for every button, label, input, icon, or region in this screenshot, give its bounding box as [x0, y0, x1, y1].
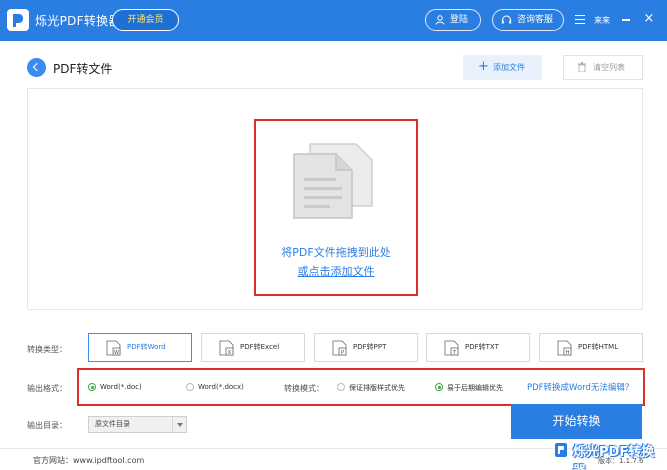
mode-edit-label[interactable]: 易于后期编辑优先 — [447, 383, 503, 393]
output-dir-label: 输出目录： — [27, 421, 67, 430]
mode-layout-label[interactable]: 保证排版样式优先 — [349, 383, 405, 393]
watermark-logo-icon — [555, 443, 567, 457]
documents-icon — [293, 143, 373, 219]
drop-hint-text: 将PDF文件拖拽到此处 — [281, 246, 391, 259]
add-file-label: 添加文件 — [493, 63, 525, 72]
minimize-icon[interactable] — [622, 19, 630, 21]
type-label: PDF转HTML — [578, 343, 619, 351]
type-pdf-to-excel[interactable]: X PDF转Excel — [201, 333, 305, 362]
plus-icon: + — [478, 59, 489, 74]
login-label: 登陆 — [450, 15, 469, 25]
type-pdf-to-html[interactable]: H PDF转HTML — [539, 333, 643, 362]
app-title: 烁光PDF转换器 — [35, 14, 121, 28]
vip-button[interactable]: 开通会员 — [112, 9, 179, 31]
svg-text:X: X — [228, 350, 232, 356]
output-format-label: 输出格式： — [27, 384, 67, 393]
type-pdf-to-ppt[interactable]: P PDF转PPT — [314, 333, 418, 362]
format-doc-radio[interactable] — [88, 383, 96, 391]
menu-icon[interactable] — [575, 15, 585, 24]
svg-text:P: P — [341, 350, 344, 356]
word-not-editable-help-link[interactable]: PDF转换成Word无法编辑？ — [527, 381, 633, 393]
output-dir-select[interactable]: 原文件目录 — [88, 416, 187, 433]
app-logo-icon — [7, 9, 29, 31]
watermark-text: 烁光PDF转换器 — [573, 445, 655, 470]
user-icon — [435, 15, 445, 25]
user-name[interactable]: 来来 — [594, 15, 610, 26]
headset-icon — [501, 15, 512, 24]
svg-text:H: H — [566, 350, 570, 356]
ppt-file-icon: P — [332, 340, 347, 356]
conversion-mode-label: 转换模式： — [284, 384, 324, 393]
html-file-icon: H — [557, 340, 572, 356]
type-label: PDF转TXT — [465, 343, 499, 351]
format-docx-radio[interactable] — [186, 383, 194, 391]
add-file-link[interactable]: 或点击添加文件 — [254, 263, 418, 279]
clear-list-button[interactable]: 清空列表 — [563, 55, 643, 80]
word-file-icon: W — [106, 340, 121, 356]
close-icon[interactable]: × — [643, 12, 655, 26]
type-label: PDF转PPT — [353, 343, 387, 351]
login-button[interactable]: 登陆 — [425, 9, 481, 31]
customer-service-button[interactable]: 咨询客服 — [492, 9, 564, 31]
title-bar: 烁光PDF转换器 开通会员 登陆 咨询客服 来来 × — [0, 0, 667, 41]
conversion-type-label: 转换类型： — [27, 345, 67, 354]
output-dir-value: 原文件目录 — [95, 420, 130, 428]
chevron-down-icon[interactable] — [172, 417, 186, 432]
format-docx-label[interactable]: Word(*.docx) — [198, 383, 244, 391]
type-label: PDF转Word — [127, 343, 166, 351]
start-conversion-button[interactable]: 开始转换 — [511, 404, 642, 439]
type-pdf-to-word[interactable]: W PDF转Word — [88, 333, 192, 362]
format-doc-label[interactable]: Word(*.doc) — [100, 383, 142, 391]
excel-file-icon: X — [219, 340, 234, 356]
add-file-button[interactable]: + 添加文件 — [463, 55, 542, 80]
trash-icon — [578, 62, 586, 72]
back-arrow-icon[interactable] — [27, 58, 46, 77]
clear-list-label: 清空列表 — [593, 63, 625, 72]
page-title: PDF转文件 — [53, 62, 113, 76]
type-pdf-to-txt[interactable]: T PDF转TXT — [426, 333, 530, 362]
mode-layout-radio[interactable] — [337, 383, 345, 391]
txt-file-icon: T — [444, 340, 459, 356]
svg-text:W: W — [114, 350, 119, 356]
mode-edit-radio[interactable] — [435, 383, 443, 391]
official-site-text: 官方网站：www.ipdftool.com — [33, 456, 145, 465]
type-label: PDF转Excel — [240, 343, 280, 351]
service-label: 咨询客服 — [517, 15, 554, 25]
